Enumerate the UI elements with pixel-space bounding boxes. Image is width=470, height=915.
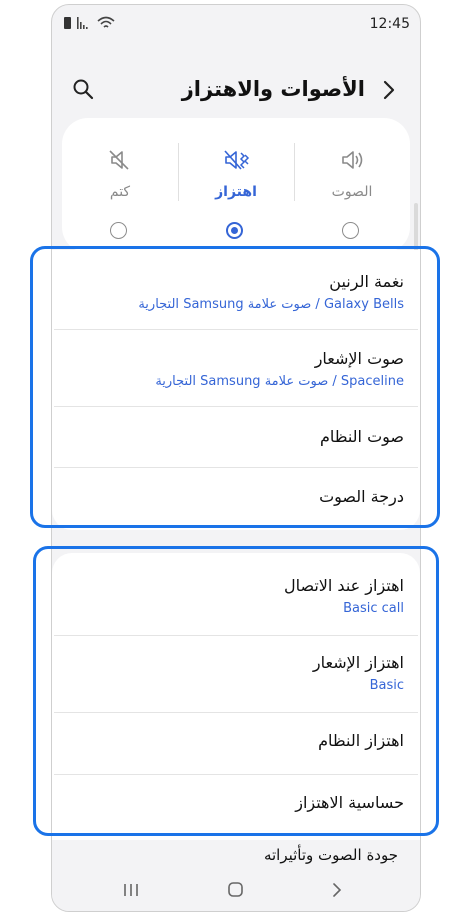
sound-quality-item[interactable]: جودة الصوت وتأثيراته <box>52 840 420 870</box>
vibration-settings-group: اهتزاز عند الاتصال Basic call اهتزاز الإ… <box>52 553 420 840</box>
mode-sound[interactable]: الصوت <box>294 118 410 253</box>
system-vibration-item[interactable]: اهتزاز النظام <box>52 713 420 774</box>
sound-mode-selector: كتم اهتزاز الصوت <box>62 118 410 253</box>
battery-icon <box>64 17 71 29</box>
mode-sound-radio[interactable] <box>342 222 359 239</box>
wifi-icon <box>97 16 115 28</box>
signal-icon <box>77 17 88 29</box>
call-vibration-title: اهتزاز عند الاتصال <box>283 576 404 595</box>
page-title: الأصوات والاهتزاز <box>181 77 365 101</box>
notification-sound-title: صوت الإشعار <box>314 349 404 368</box>
ringtone-title: نغمة الرنين <box>329 272 404 291</box>
system-sound-item[interactable]: صوت النظام <box>52 407 420 467</box>
home-icon[interactable] <box>222 879 248 901</box>
vibrate-icon <box>224 150 250 170</box>
vibration-intensity-item[interactable]: حساسية الاهتزاز <box>52 775 420 837</box>
sound-settings-group: نغمة الرنين Galaxy Bells / صوت علامة Sam… <box>52 250 420 530</box>
sound-quality-title: جودة الصوت وتأثيراته <box>263 846 398 864</box>
system-vibration-title: اهتزاز النظام <box>318 731 404 750</box>
vibration-intensity-title: حساسية الاهتزاز <box>295 793 404 812</box>
mode-mute-radio[interactable] <box>110 222 127 239</box>
call-vibration-item[interactable]: اهتزاز عند الاتصال Basic call <box>52 553 420 635</box>
mode-sound-label: الصوت <box>331 184 373 200</box>
mute-icon <box>109 150 129 170</box>
call-vibration-subtitle: Basic call <box>343 601 404 616</box>
mode-mute-label: كتم <box>109 184 131 200</box>
navigation-bar <box>52 871 420 911</box>
status-icons <box>64 16 115 30</box>
back-icon[interactable] <box>324 879 350 901</box>
mode-vibrate-radio[interactable] <box>226 222 243 239</box>
ringtone-item[interactable]: نغمة الرنين Galaxy Bells / صوت علامة Sam… <box>52 250 420 328</box>
volume-item[interactable]: درجة الصوت <box>52 468 420 528</box>
notification-vibration-item[interactable]: اهتزاز الإشعار Basic <box>52 636 420 712</box>
phone-screen: 12:45 الأصوات والاهتزاز كتم اهتزاز الصوت… <box>51 4 421 912</box>
speaker-icon <box>342 151 363 169</box>
search-icon[interactable] <box>72 78 94 100</box>
notification-vibration-title: اهتزاز الإشعار <box>312 653 404 672</box>
mode-vibrate[interactable]: اهتزاز <box>178 118 294 253</box>
notification-sound-subtitle: Spaceline / صوت علامة Samsung التجارية <box>155 374 404 389</box>
recent-apps-icon[interactable] <box>118 879 144 901</box>
volume-title: درجة الصوت <box>319 487 404 506</box>
status-bar: 12:45 <box>52 5 420 45</box>
system-sound-title: صوت النظام <box>319 427 404 446</box>
status-time: 12:45 <box>369 16 410 32</box>
mode-mute[interactable]: كتم <box>62 118 178 253</box>
back-chevron-icon[interactable] <box>378 78 400 102</box>
notification-vibration-subtitle: Basic <box>369 678 404 693</box>
app-header: الأصوات والاهتزاز <box>52 65 420 115</box>
ringtone-subtitle: Galaxy Bells / صوت علامة Samsung التجاري… <box>138 297 404 312</box>
mode-vibrate-label: اهتزاز <box>215 184 257 200</box>
notification-sound-item[interactable]: صوت الإشعار Spaceline / صوت علامة Samsun… <box>52 330 420 406</box>
